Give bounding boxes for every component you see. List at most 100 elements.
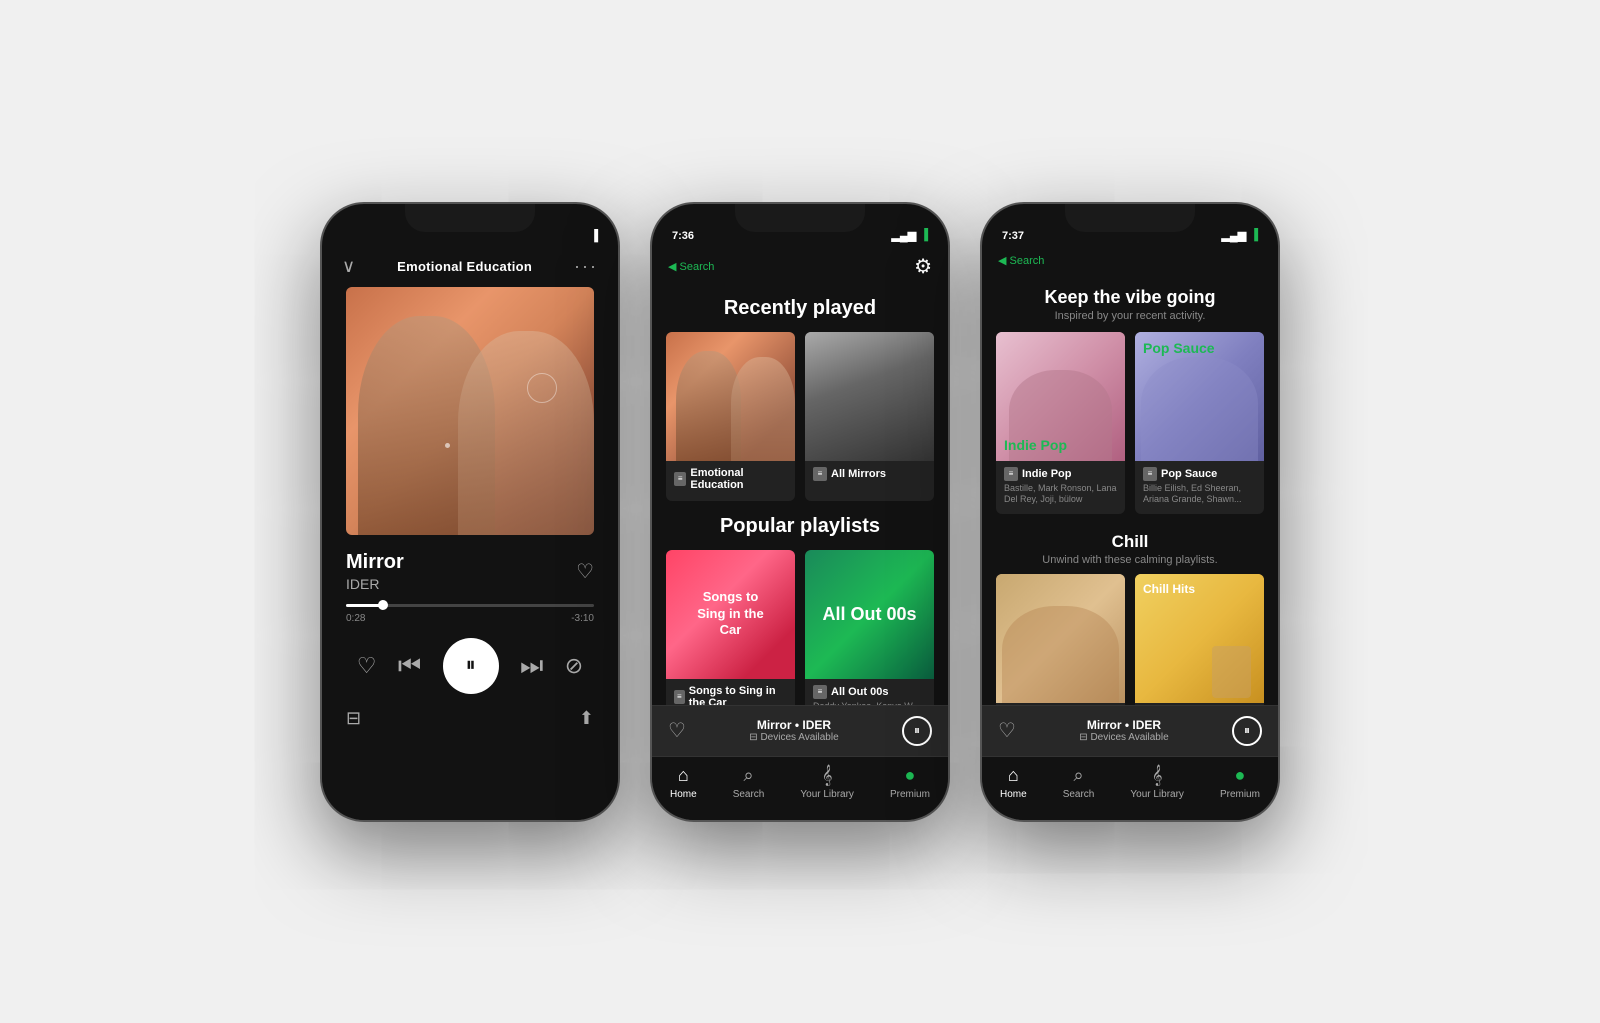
home-nav-icon-3: ⌂ xyxy=(1008,765,1019,786)
devices-icon[interactable]: ⊟ xyxy=(346,708,361,729)
search-nav-icon-2: ⌕ xyxy=(743,765,753,786)
card-img-pop: Pop Sauce xyxy=(1135,332,1264,461)
home-header-2: ◀ Search ⚙ xyxy=(652,248,948,289)
heart-icon[interactable]: ♡ xyxy=(576,559,594,584)
nav-premium-2[interactable]: ● Premium xyxy=(890,765,930,800)
card-songs-car[interactable]: Songs toSing in theCar ≡ Songs to Sing i… xyxy=(666,550,795,705)
chevron-down-icon[interactable]: ∨ xyxy=(342,256,355,277)
keep-vibe-sub: Inspired by your recent activity. xyxy=(982,310,1278,332)
nav-premium-label-3: Premium xyxy=(1220,789,1260,800)
status-bar-1: ▐ xyxy=(322,204,618,248)
now-playing-screen: ∨ Emotional Education ··· Mirror ID xyxy=(322,248,618,820)
recently-played-cards: ≡ Emotional Education ≡ All Mirro xyxy=(652,332,948,501)
card-indie-pop[interactable]: Indie Pop ≡ Indie Pop Bastille, Mark Ron… xyxy=(996,332,1125,514)
progress-bar[interactable] xyxy=(346,604,594,607)
home-screen-2: ◀ Search ⚙ Recently played ≡ Emotiona xyxy=(652,248,948,705)
more-options-icon[interactable]: ··· xyxy=(574,256,598,277)
popular-playlists-title: Popular playlists xyxy=(652,515,948,538)
dot-decoration xyxy=(445,443,450,448)
now-playing-header: ∨ Emotional Education ··· xyxy=(322,248,618,287)
card-all-mirrors[interactable]: ≡ All Mirrors xyxy=(805,332,934,501)
time-labels: 0:28 -3:10 xyxy=(346,613,594,624)
beach-chair xyxy=(1212,646,1251,698)
mini-pause-button-2[interactable]: ⏸ xyxy=(902,716,932,746)
card-all-out-00s[interactable]: All Out 00s ≡ All Out 00s Daddy Yankee, … xyxy=(805,550,934,705)
card-hanging-out[interactable]: ≡ Hanging Out and Relaxing Lewis Capaldi… xyxy=(996,574,1125,705)
share-icon[interactable]: ⬆ xyxy=(579,708,594,729)
card-name-am: All Mirrors xyxy=(831,468,886,480)
bottom-nav-3: ⌂ Home ⌕ Search 𝄞 Your Library ● Premium xyxy=(982,756,1278,820)
mini-song-title-2: Mirror • IDER xyxy=(749,718,838,732)
card-pop-sauce[interactable]: Pop Sauce ≡ Pop Sauce Billie Eilish, Ed … xyxy=(1135,332,1264,514)
card-img-am xyxy=(805,332,934,461)
phone-3-screen: 7:37 ▂▄▆ ▐ ◀ Search Keep the vibe going … xyxy=(982,204,1278,820)
playlist-icon-pop: ≡ xyxy=(1143,467,1157,481)
card-name-car: Songs to Sing in the Car xyxy=(689,685,787,705)
nav-library-label-2: Your Library xyxy=(800,789,854,800)
phone-1: ▐ ∨ Emotional Education ··· xyxy=(320,202,620,822)
chill-cards: ≡ Hanging Out and Relaxing Lewis Capaldi… xyxy=(982,574,1278,705)
status-bar-3: 7:37 ▂▄▆ ▐ xyxy=(982,204,1278,248)
card-name-00s: All Out 00s xyxy=(831,686,888,698)
battery-icon-3: ▐ xyxy=(1250,229,1258,241)
status-icons-3: ▂▄▆ ▐ xyxy=(1221,229,1258,242)
card-img-00s: All Out 00s xyxy=(805,550,934,679)
playlist-title: Emotional Education xyxy=(397,259,532,274)
song-artist: IDER xyxy=(346,576,404,592)
settings-icon-2[interactable]: ⚙ xyxy=(914,254,932,279)
status-icons-1: ▐ xyxy=(590,230,598,242)
card-emotional-education[interactable]: ≡ Emotional Education xyxy=(666,332,795,501)
album-art xyxy=(346,287,594,535)
home-header-3: ◀ Search xyxy=(982,248,1278,277)
next-button[interactable]: ⏭ xyxy=(520,650,543,682)
extra-controls: ⊟ ⬆ xyxy=(322,702,618,745)
nav-home-2[interactable]: ⌂ Home xyxy=(670,765,697,800)
prev-button[interactable]: ⏮ xyxy=(398,650,421,682)
time-current: 0:28 xyxy=(346,613,365,624)
mini-player-2[interactable]: ♡ Mirror • IDER ⊟ Devices Available ⏸ xyxy=(652,705,948,756)
phone-2: 7:36 ▂▄▆ ▐ ◀ Search ⚙ Recently played xyxy=(650,202,950,822)
bottom-nav-2: ⌂ Home ⌕ Search 𝄞 Your Library ● Premium xyxy=(652,756,948,820)
card-name-indie: Indie Pop xyxy=(1022,468,1072,480)
chill-title: Chill xyxy=(982,520,1278,554)
search-nav-icon-3: ⌕ xyxy=(1073,765,1083,786)
mini-pause-button-3[interactable]: ⏸ xyxy=(1232,716,1262,746)
nav-premium-label-2: Premium xyxy=(890,789,930,800)
wifi-icon-2: ▂▄▆ xyxy=(891,229,916,242)
nav-home-label-2: Home xyxy=(670,789,697,800)
nav-search-3[interactable]: ⌕ Search xyxy=(1063,765,1095,800)
wifi-icon-3: ▂▄▆ xyxy=(1221,229,1246,242)
00s-label: All Out 00s xyxy=(822,604,916,625)
keep-vibe-title: Keep the vibe going xyxy=(982,277,1278,310)
song-title: Mirror xyxy=(346,551,404,574)
library-nav-icon-3: 𝄞 xyxy=(1152,765,1163,786)
back-search-2[interactable]: ◀ Search xyxy=(668,260,714,273)
heart-control-icon[interactable]: ♡ xyxy=(357,653,377,679)
time-3: 7:37 xyxy=(1002,230,1024,242)
nav-premium-3[interactable]: ● Premium xyxy=(1220,765,1260,800)
nav-library-3[interactable]: 𝄞 Your Library xyxy=(1130,765,1184,800)
home-screen-3: ◀ Search Keep the vibe going Inspired by… xyxy=(982,248,1278,705)
playback-controls: ♡ ⏮ ⏸ ⏭ ⊘ xyxy=(322,628,618,702)
mini-heart-icon-3[interactable]: ♡ xyxy=(998,718,1016,743)
card-chill-hits[interactable]: Chill Hits ≡ Chill Hits Bill... xyxy=(1135,574,1264,705)
playlist-icon-indie: ≡ xyxy=(1004,467,1018,481)
card-img-indie: Indie Pop xyxy=(996,332,1125,461)
card-img-car: Songs toSing in theCar xyxy=(666,550,795,679)
pause-button[interactable]: ⏸ xyxy=(443,638,499,694)
pop-genre-label: Pop Sauce xyxy=(1143,340,1215,356)
home-nav-icon-2: ⌂ xyxy=(678,765,689,786)
mini-song-info-2: Mirror • IDER ⊟ Devices Available xyxy=(749,718,838,743)
song-info: Mirror IDER ♡ xyxy=(322,535,618,600)
back-search-3[interactable]: ◀ Search xyxy=(998,254,1044,267)
nav-home-3[interactable]: ⌂ Home xyxy=(1000,765,1027,800)
card-img-hang xyxy=(996,574,1125,703)
nav-search-2[interactable]: ⌕ Search xyxy=(733,765,765,800)
mini-player-3[interactable]: ♡ Mirror • IDER ⊟ Devices Available ⏸ xyxy=(982,705,1278,756)
nav-library-2[interactable]: 𝄞 Your Library xyxy=(800,765,854,800)
mini-heart-icon-2[interactable]: ♡ xyxy=(668,718,686,743)
progress-dot xyxy=(378,600,388,610)
library-nav-icon-2: 𝄞 xyxy=(822,765,833,786)
block-icon[interactable]: ⊘ xyxy=(565,653,583,679)
playlist-icon-car: ≡ xyxy=(674,690,685,704)
